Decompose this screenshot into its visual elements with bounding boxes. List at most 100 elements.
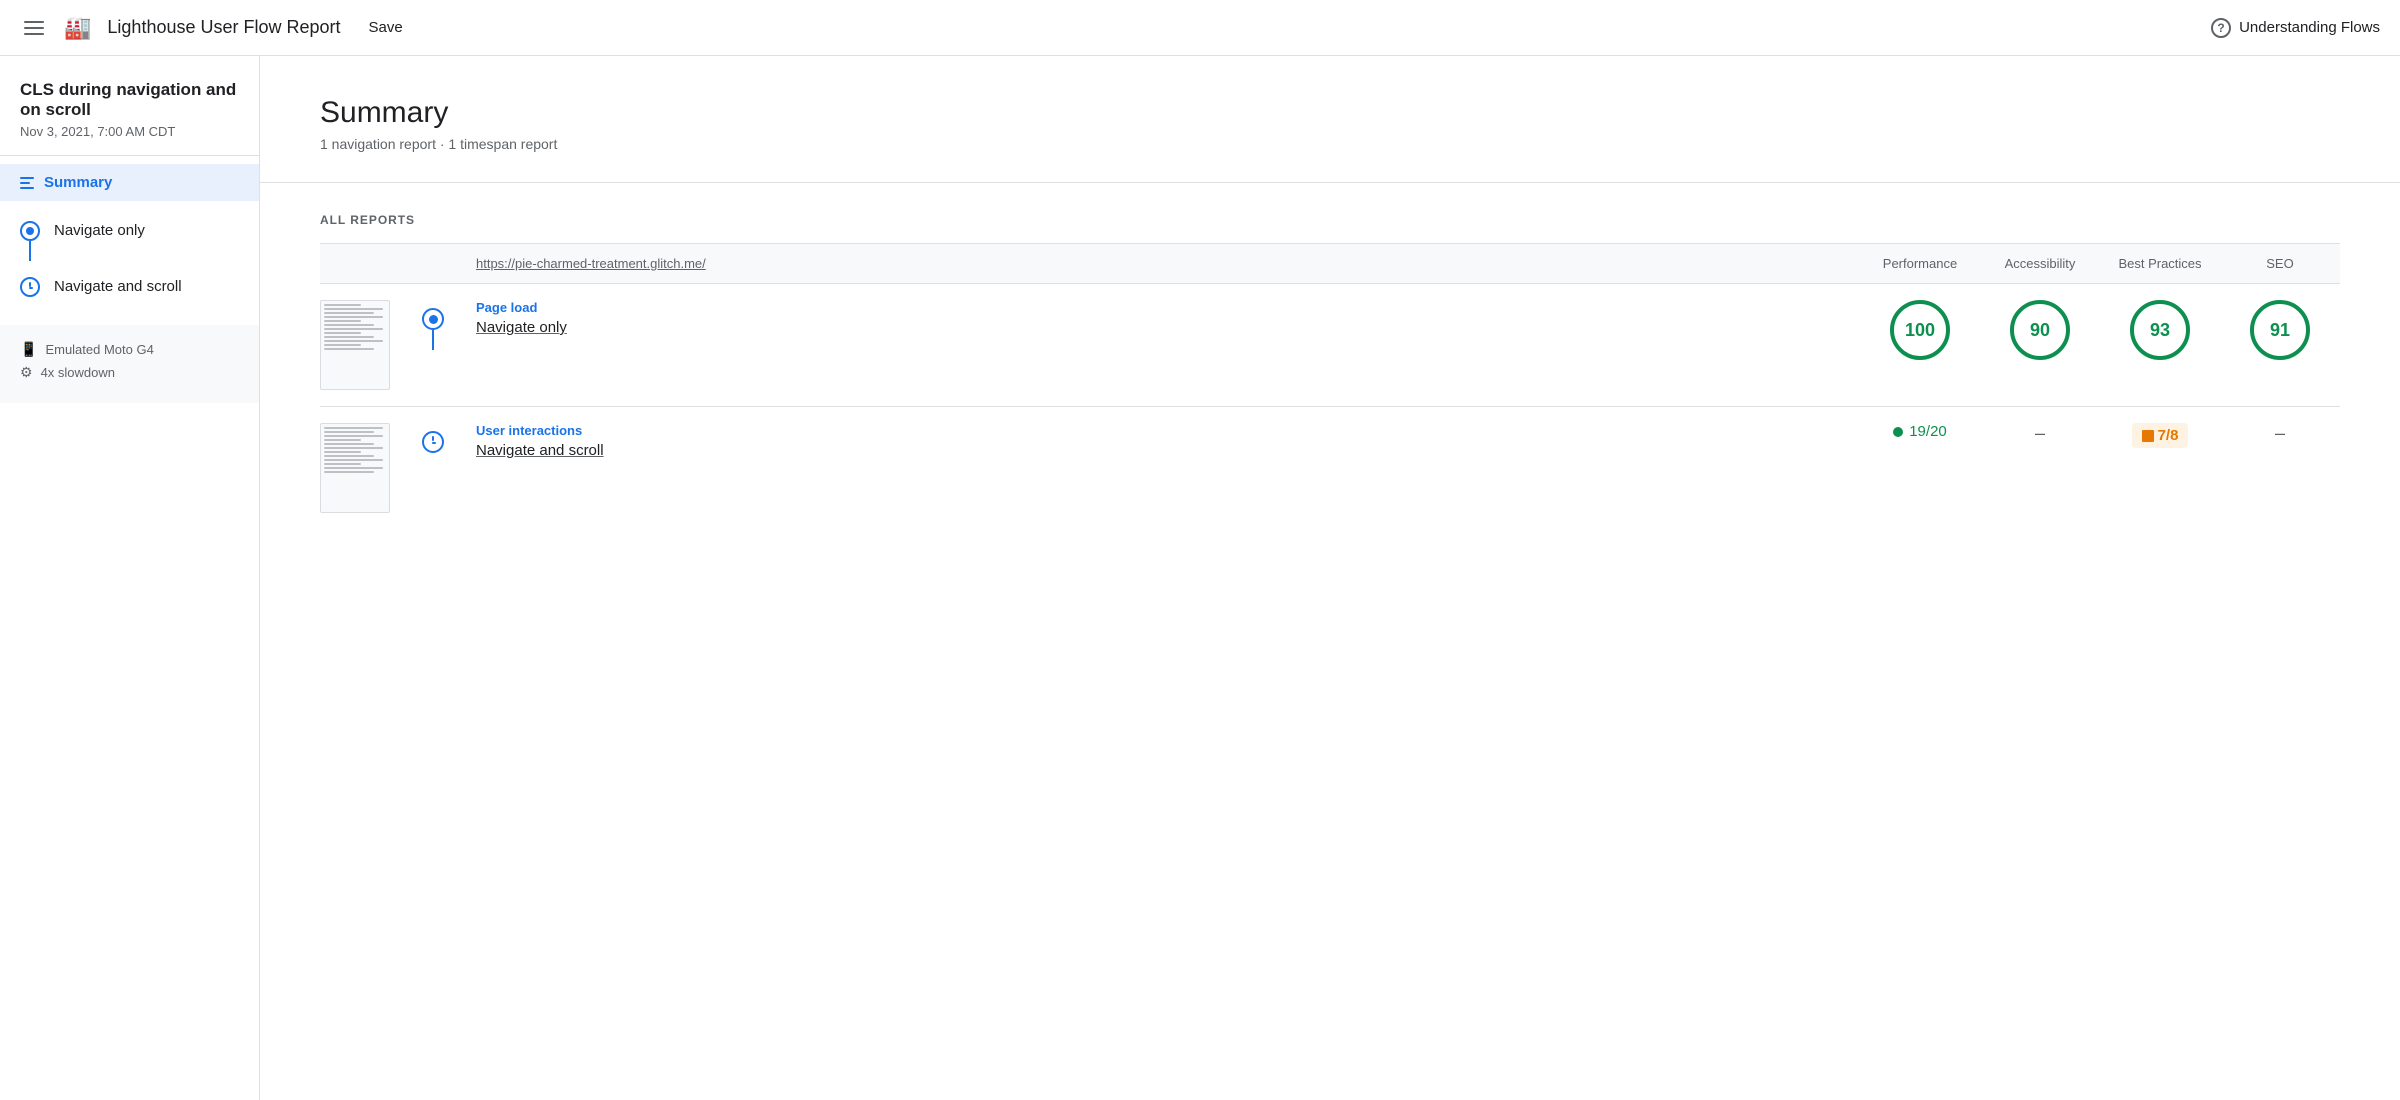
summary-subtitle: 1 navigation report · 1 timespan report xyxy=(320,136,2340,152)
thumb-line xyxy=(324,471,374,473)
nav-clock-2 xyxy=(20,277,40,297)
row2-best-practices: 7/8 xyxy=(2100,407,2220,530)
thumb-line xyxy=(324,467,383,469)
lighthouse-logo-icon: 🏭 xyxy=(64,15,91,41)
score-91-value: 91 xyxy=(2270,320,2290,341)
row2-best-practices-value: 7/8 xyxy=(2158,427,2179,444)
row2-accessibility: – xyxy=(1980,407,2100,530)
header-left: 🏭 Lighthouse User Flow Report Save xyxy=(20,13,2211,42)
row1-seo: 91 xyxy=(2220,284,2340,407)
thumb-line xyxy=(324,320,361,322)
sidebar-item-navigate-only[interactable]: Navigate only xyxy=(0,213,259,269)
thumb-line xyxy=(324,447,383,449)
row2-type: User interactions xyxy=(476,423,1844,438)
project-title: CLS during navigation and on scroll xyxy=(0,56,259,124)
sidebar: CLS during navigation and on scroll Nov … xyxy=(0,56,260,1100)
all-reports-label: ALL REPORTS xyxy=(320,213,2340,227)
score-circle-100: 100 xyxy=(1890,300,1950,360)
meta-cpu: ⚙ 4x slowdown xyxy=(20,364,239,381)
row2-best-practices-badge: 7/8 xyxy=(2132,423,2189,448)
thumb-line xyxy=(324,443,374,445)
header-seo: SEO xyxy=(2220,244,2340,284)
nav-circle-1 xyxy=(20,221,40,241)
row2-seo: – xyxy=(2220,407,2340,530)
row1-performance: 100 xyxy=(1860,284,1980,407)
sidebar-item-navigate-scroll[interactable]: Navigate and scroll xyxy=(0,269,259,305)
sidebar-divider xyxy=(0,155,259,156)
table-header-row: https://pie-charmed-treatment.glitch.me/… xyxy=(320,244,2340,284)
project-date: Nov 3, 2021, 7:00 AM CDT xyxy=(0,124,259,155)
score-100-value: 100 xyxy=(1905,320,1935,341)
sidebar-meta: 📱 Emulated Moto G4 ⚙ 4x slowdown xyxy=(0,325,259,403)
row2-seo-dash: – xyxy=(2275,423,2285,443)
header-timeline xyxy=(406,244,460,284)
row1-accessibility: 90 xyxy=(1980,284,2100,407)
thumb-line xyxy=(324,348,374,350)
meta-cpu-text: 4x slowdown xyxy=(41,365,115,380)
thumb-line xyxy=(324,463,361,465)
row2-info: User interactions Navigate and scroll xyxy=(460,407,1860,530)
row2-performance-score: 19/20 xyxy=(1876,423,1964,440)
score-93-value: 93 xyxy=(2150,320,2170,341)
list-icon xyxy=(20,177,34,189)
meta-device: 📱 Emulated Moto G4 xyxy=(20,341,239,358)
menu-icon[interactable] xyxy=(20,17,48,39)
url-text: https://pie-charmed-treatment.glitch.me/ xyxy=(476,256,706,271)
thumb-line xyxy=(324,427,383,429)
row2-nav-cell xyxy=(406,407,460,530)
summary-header: Summary 1 navigation report · 1 timespan… xyxy=(260,56,2400,183)
thumb-line xyxy=(324,312,374,314)
score-circle-91: 91 xyxy=(2250,300,2310,360)
row1-name[interactable]: Navigate only xyxy=(476,319,1844,336)
thumb-line xyxy=(324,451,361,453)
nav-line-1 xyxy=(29,241,31,261)
row1-nav-circle-fill xyxy=(429,315,438,324)
row1-thumbnail xyxy=(320,284,406,407)
thumbnail-2 xyxy=(320,423,390,513)
row1-type: Page load xyxy=(476,300,1844,315)
cpu-icon: ⚙ xyxy=(20,364,33,381)
understanding-flows-link[interactable]: Understanding Flows xyxy=(2239,19,2380,36)
main-container: CLS during navigation and on scroll Nov … xyxy=(0,56,2400,1100)
header-accessibility: Accessibility xyxy=(1980,244,2100,284)
help-icon: ? xyxy=(2211,18,2231,38)
thumb-line xyxy=(324,439,361,441)
row2-performance: 19/20 xyxy=(1860,407,1980,530)
table-row-2: User interactions Navigate and scroll 19… xyxy=(320,407,2340,530)
header-url: https://pie-charmed-treatment.glitch.me/ xyxy=(460,244,1860,284)
badge-orange-icon xyxy=(2142,430,2154,442)
score-90-value: 90 xyxy=(2030,320,2050,341)
thumb-line xyxy=(324,328,383,330)
header-title: Lighthouse User Flow Report xyxy=(107,17,340,38)
thumb-line xyxy=(324,304,361,306)
row2-accessibility-dash: – xyxy=(2035,423,2045,443)
nav-timeline-1 xyxy=(20,221,40,261)
row2-nav-timeline xyxy=(422,423,444,453)
row2-name[interactable]: Navigate and scroll xyxy=(476,442,1844,459)
main-content: Summary 1 navigation report · 1 timespan… xyxy=(260,56,2400,1100)
thumb-line xyxy=(324,459,383,461)
save-button[interactable]: Save xyxy=(357,13,415,42)
nav-timeline-2 xyxy=(20,277,40,297)
row1-best-practices: 93 xyxy=(2100,284,2220,407)
row1-nav-line xyxy=(432,330,435,350)
row1-nav-circle xyxy=(422,308,444,330)
thumb-line xyxy=(324,431,374,433)
reports-table: https://pie-charmed-treatment.glitch.me/… xyxy=(320,244,2340,529)
nav-circle-fill-1 xyxy=(26,227,34,235)
thumb-line xyxy=(324,332,361,334)
summary-label: Summary xyxy=(44,174,112,191)
thumb-line xyxy=(324,324,374,326)
thumbnail-1 xyxy=(320,300,390,390)
thumb-line xyxy=(324,308,383,310)
row2-clock xyxy=(422,431,444,453)
sidebar-nav-items: Navigate only Navigate and scroll xyxy=(0,201,259,317)
thumb-line xyxy=(324,340,383,342)
nav-label-1: Navigate only xyxy=(54,221,145,239)
dot-green-icon xyxy=(1893,427,1903,437)
thumb-line xyxy=(324,435,383,437)
sidebar-item-summary[interactable]: Summary xyxy=(0,164,259,201)
thumb-line xyxy=(324,344,361,346)
header: 🏭 Lighthouse User Flow Report Save ? Und… xyxy=(0,0,2400,56)
score-circle-90: 90 xyxy=(2010,300,2070,360)
